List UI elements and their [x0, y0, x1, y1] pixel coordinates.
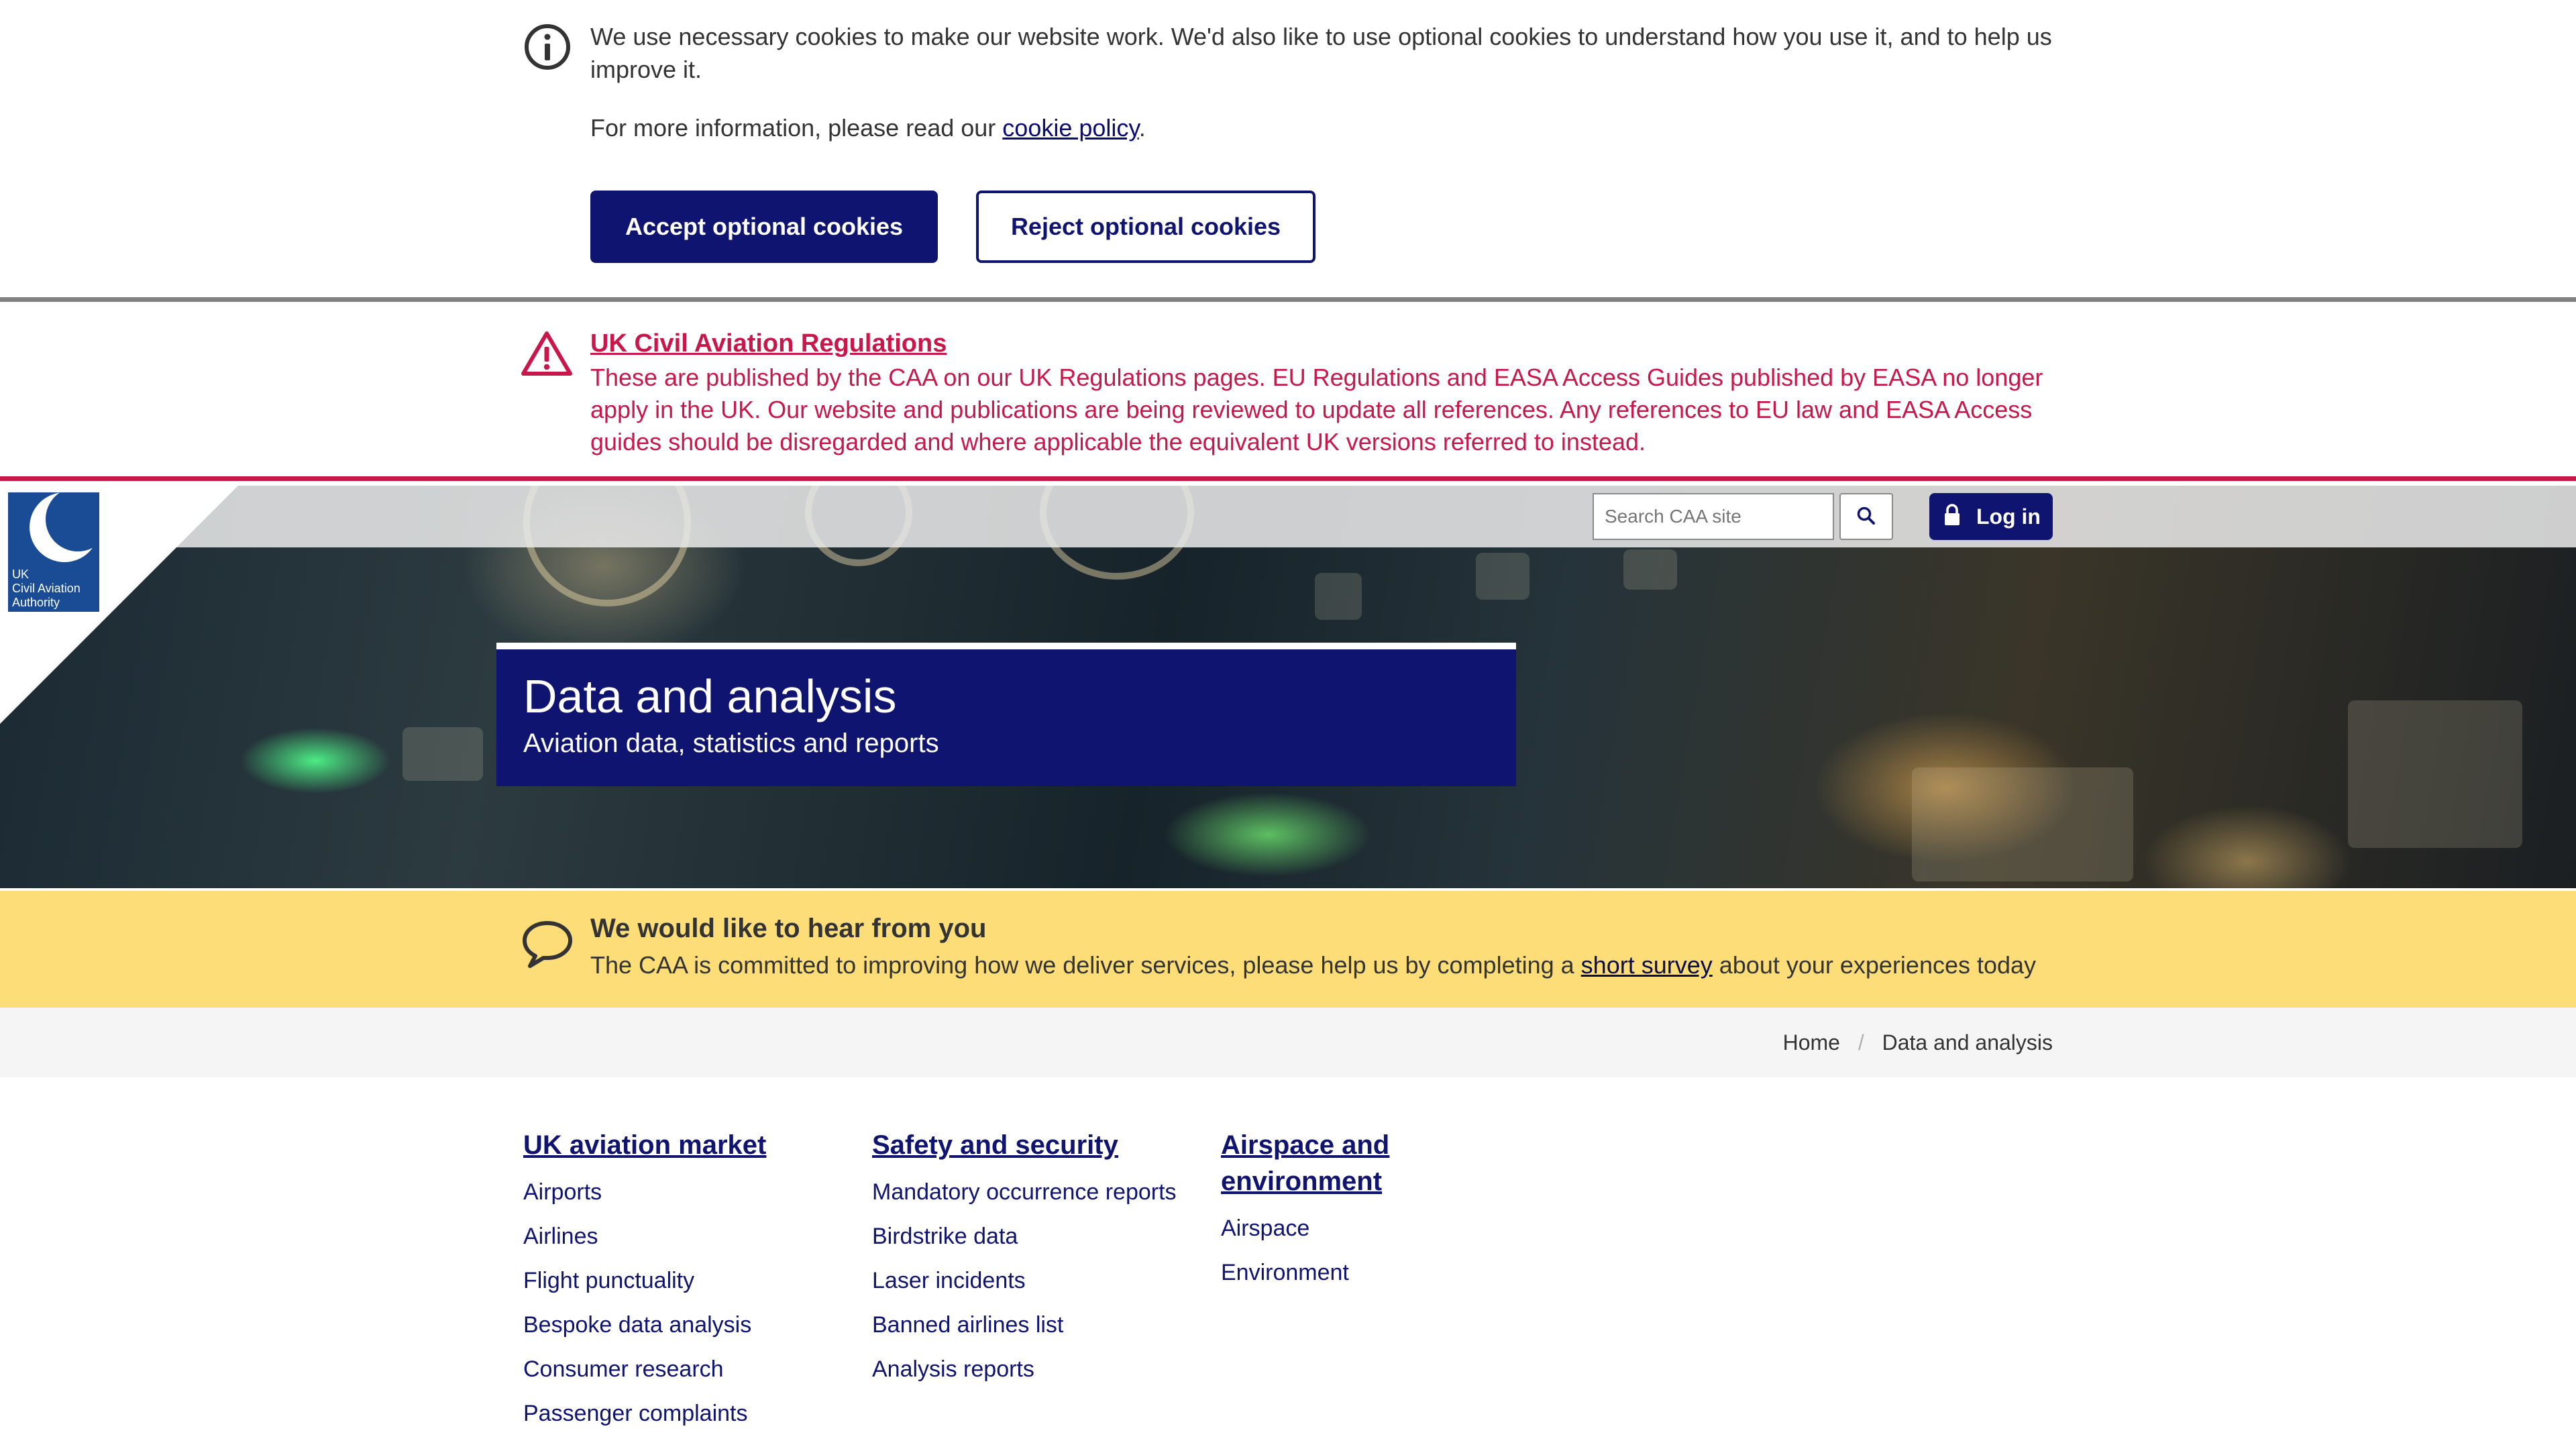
breadcrumb-current: Data and analysis: [1882, 1030, 2053, 1055]
cockpit-switch: [1623, 549, 1677, 590]
airlines-link[interactable]: Airlines: [523, 1224, 598, 1249]
mandatory-occurrence-reports-link[interactable]: Mandatory occurrence reports: [872, 1179, 1177, 1205]
cookie-message: We use necessary cookies to make our web…: [590, 23, 2052, 83]
banned-airlines-list-link[interactable]: Banned airlines list: [872, 1312, 1063, 1338]
info-icon: [525, 24, 570, 70]
breadcrumb-bar: Home / Data and analysis: [0, 1008, 2576, 1077]
cockpit-switch: [1476, 553, 1529, 600]
breadcrumb-home-link[interactable]: Home: [1783, 1030, 1840, 1055]
airspace-and-environment-link[interactable]: Airspace and environment: [1221, 1130, 1389, 1196]
warning-icon: [521, 331, 572, 376]
analysis-reports-link[interactable]: Analysis reports: [872, 1356, 1034, 1382]
short-survey-link[interactable]: short survey: [1581, 951, 1713, 979]
cockpit-screen: [1912, 767, 2133, 881]
column-uk-aviation-market: UK aviation market Airports Airlines Fli…: [523, 1127, 766, 1436]
page-subtitle: Aviation data, statistics and reports: [523, 729, 939, 758]
column-airspace-and-environment: Airspace and environment Airspace Enviro…: [1221, 1127, 1389, 1295]
reject-cookies-button[interactable]: Reject optional cookies: [976, 191, 1316, 263]
cookie-more-info: For more information, please read our co…: [590, 114, 1146, 142]
cookie-banner: We use necessary cookies to make our web…: [0, 0, 2576, 302]
breadcrumb-separator: /: [1858, 1030, 1864, 1055]
survey-text: The CAA is committed to improving how we…: [590, 951, 2037, 979]
speech-bubble-icon: [523, 921, 572, 968]
breadcrumb: Home / Data and analysis: [1783, 1030, 2053, 1055]
airspace-link[interactable]: Airspace: [1221, 1216, 1309, 1241]
caa-logo-text: UK Civil Aviation Authority: [12, 568, 80, 609]
search-icon: [1857, 506, 1875, 525]
flight-punctuality-link[interactable]: Flight punctuality: [523, 1268, 694, 1293]
passenger-complaints-link[interactable]: Passenger complaints: [523, 1401, 748, 1426]
page-title: Data and analysis: [523, 670, 897, 722]
regulations-notice: UK Civil Aviation Regulations These are …: [0, 307, 2576, 481]
hero-title-panel: Data and analysis Aviation data, statist…: [496, 643, 1516, 786]
search-button[interactable]: [1839, 493, 1893, 540]
survey-banner: We would like to hear from you The CAA i…: [0, 891, 2576, 1008]
caa-logo[interactable]: UK Civil Aviation Authority: [8, 492, 99, 612]
environment-link[interactable]: Environment: [1221, 1260, 1349, 1285]
caa-crescent-icon: [30, 492, 99, 562]
search-input[interactable]: [1593, 493, 1834, 540]
header-toolbar: [0, 486, 2576, 547]
lock-icon: [1945, 504, 1960, 525]
login-button[interactable]: Log in: [1929, 493, 2053, 540]
uk-aviation-market-link[interactable]: UK aviation market: [523, 1130, 766, 1160]
birdstrike-data-link[interactable]: Birdstrike data: [872, 1224, 1018, 1249]
airports-link[interactable]: Airports: [523, 1179, 602, 1205]
accept-cookies-button[interactable]: Accept optional cookies: [590, 191, 938, 263]
safety-and-security-link[interactable]: Safety and security: [872, 1130, 1118, 1160]
cookie-policy-link[interactable]: cookie policy: [1002, 114, 1138, 142]
column-safety-and-security: Safety and security Mandatory occurrence…: [872, 1127, 1177, 1391]
hero-banner: UK Civil Aviation Authority Log in Data …: [0, 486, 2576, 888]
cockpit-screen: [2348, 700, 2522, 848]
regulations-text: These are published by the CAA on our UK…: [590, 364, 2043, 455]
bespoke-data-analysis-link[interactable]: Bespoke data analysis: [523, 1312, 751, 1338]
cockpit-switch: [402, 727, 483, 781]
laser-incidents-link[interactable]: Laser incidents: [872, 1268, 1026, 1293]
consumer-research-link[interactable]: Consumer research: [523, 1356, 724, 1382]
cockpit-switch: [1315, 573, 1362, 620]
survey-heading: We would like to hear from you: [590, 914, 987, 943]
regulations-title-link[interactable]: UK Civil Aviation Regulations: [590, 329, 947, 358]
